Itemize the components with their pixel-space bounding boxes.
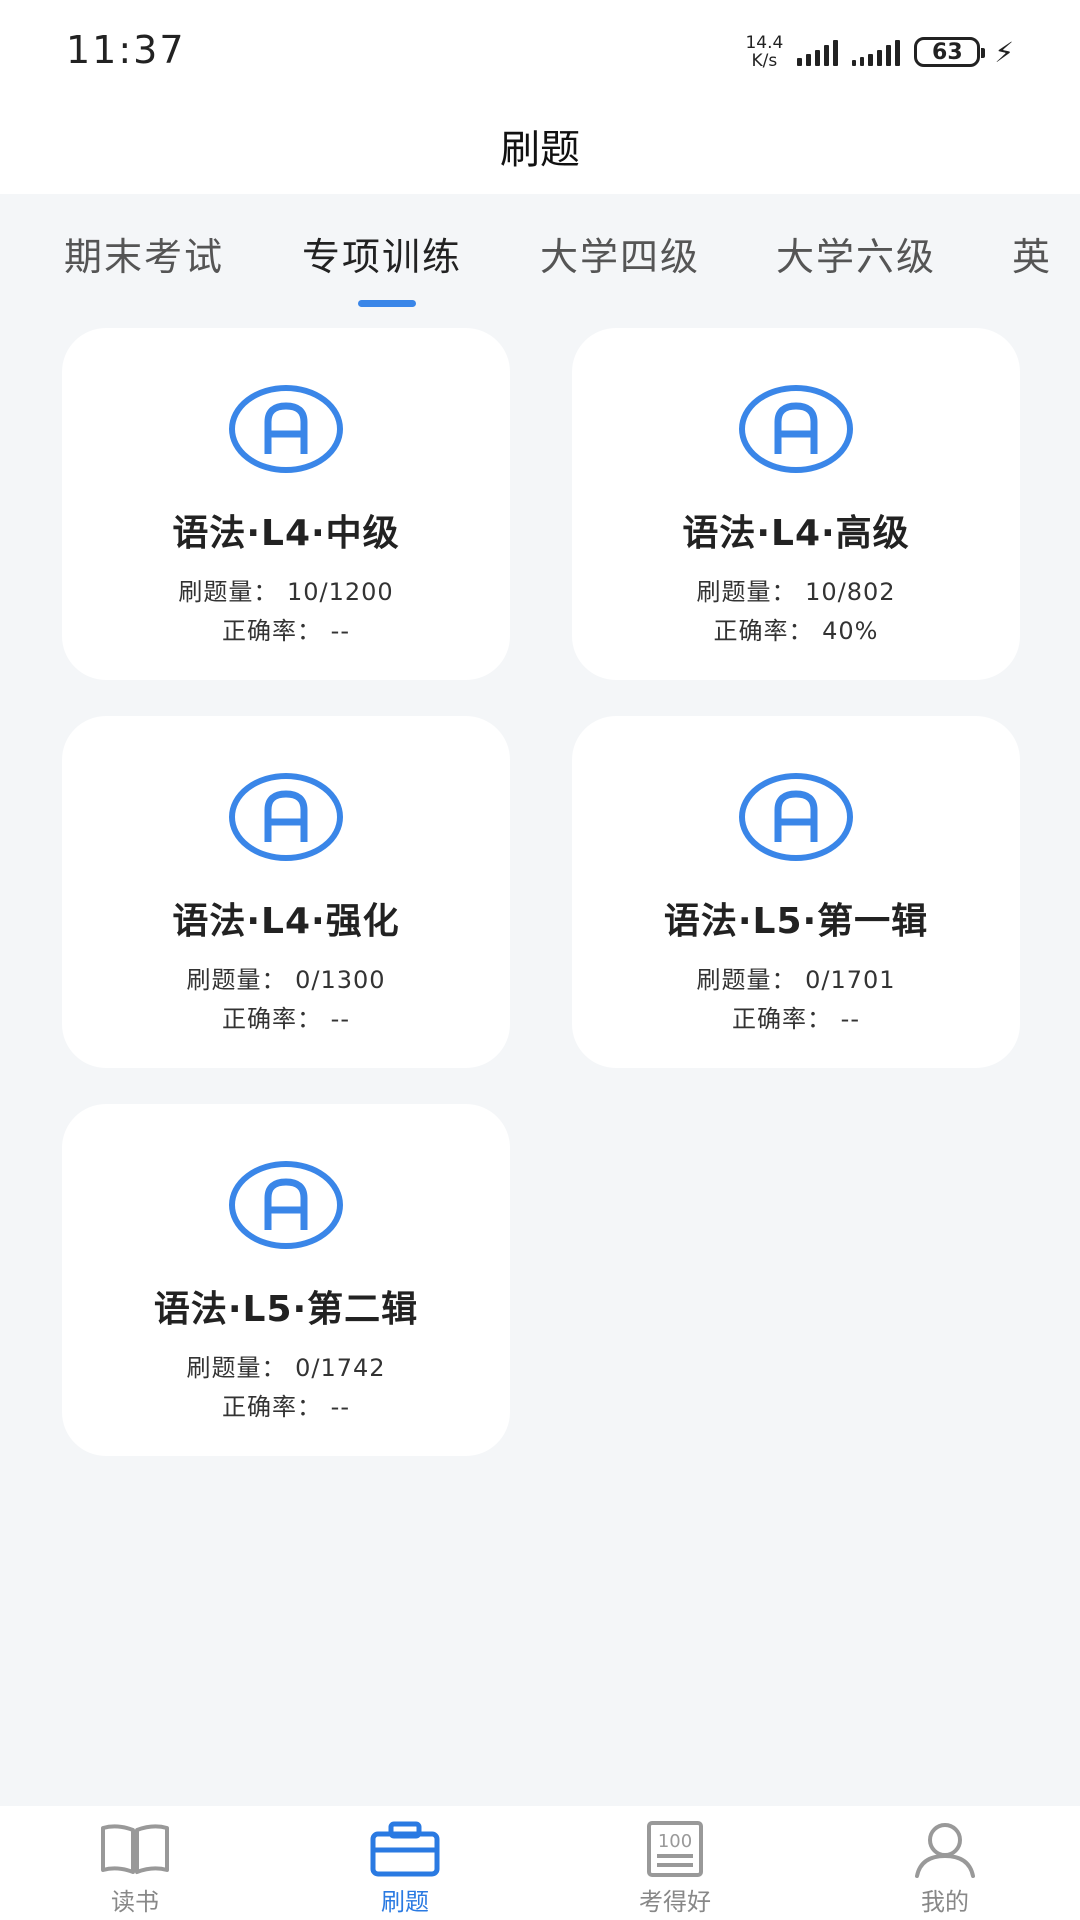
category-tabs: 期末考试 专项训练 大学四级 大学六级 英 xyxy=(0,194,1080,314)
accuracy-rate: 正确率： -- xyxy=(732,1005,860,1033)
practice-card[interactable]: 语法·L5·第一辑 刷题量： 0/1701 正确率： -- xyxy=(572,716,1020,1068)
signal-icon xyxy=(797,38,839,66)
nav-label: 刷题 xyxy=(381,1888,429,1916)
svg-text:100: 100 xyxy=(658,1831,692,1852)
nav-label: 考得好 xyxy=(639,1888,711,1916)
page-header: 刷题 xyxy=(0,98,1080,194)
charging-icon: ⚡ xyxy=(994,35,1014,69)
letter-a-icon xyxy=(229,1161,343,1249)
battery-level: 63 xyxy=(932,39,963,65)
status-bar: 11:37 14.4 K/s 63 ⚡ xyxy=(0,0,1080,98)
accuracy-rate: 正确率： -- xyxy=(222,1005,350,1033)
page: 11:37 14.4 K/s 63 ⚡ 刷题 期末考试 专项训练 大学四级 大学… xyxy=(0,0,1080,1920)
question-count: 刷题量： 10/1200 xyxy=(178,578,394,606)
toolbox-icon xyxy=(370,1821,440,1877)
nav-practice[interactable]: 刷题 xyxy=(270,1806,540,1920)
score-100-icon: 100 xyxy=(647,1821,703,1877)
question-count: 刷题量： 10/802 xyxy=(696,578,896,606)
tab-cet6[interactable]: 大学六级 xyxy=(776,226,936,281)
tab-special-training[interactable]: 专项训练 xyxy=(302,226,462,281)
practice-card[interactable]: 语法·L5·第二辑 刷题量： 0/1742 正确率： -- xyxy=(62,1104,510,1456)
letter-a-icon xyxy=(229,385,343,473)
tab-cet4[interactable]: 大学四级 xyxy=(540,226,700,281)
letter-a-icon xyxy=(229,773,343,861)
practice-card[interactable]: 语法·L4·强化 刷题量： 0/1300 正确率： -- xyxy=(62,716,510,1068)
nav-label: 我的 xyxy=(921,1888,969,1916)
nav-reading[interactable]: 读书 xyxy=(0,1806,270,1920)
tab-final-exam[interactable]: 期末考试 xyxy=(64,226,224,281)
question-count: 刷题量： 0/1742 xyxy=(186,1354,386,1382)
card-title: 语法·L5·第二辑 xyxy=(153,1289,419,1330)
accuracy-rate: 正确率： -- xyxy=(222,617,350,645)
accuracy-rate: 正确率： -- xyxy=(222,1393,350,1421)
battery-icon: 63 xyxy=(914,37,986,67)
practice-card[interactable]: 语法·L4·中级 刷题量： 10/1200 正确率： -- xyxy=(62,328,510,680)
status-time: 11:37 xyxy=(66,28,186,72)
question-count: 刷题量： 0/1701 xyxy=(696,966,896,994)
page-title: 刷题 xyxy=(500,127,580,173)
card-title: 语法·L4·中级 xyxy=(172,513,400,554)
letter-a-icon xyxy=(739,385,853,473)
nav-exam[interactable]: 100 考得好 xyxy=(540,1806,810,1920)
open-book-icon xyxy=(101,1824,169,1874)
practice-card[interactable]: 语法·L4·高级 刷题量： 10/802 正确率： 40% xyxy=(572,328,1020,680)
card-title: 语法·L4·强化 xyxy=(172,901,400,942)
nav-profile[interactable]: 我的 xyxy=(810,1806,1080,1920)
card-title: 语法·L4·高级 xyxy=(682,513,910,554)
network-speed-value: 14.4 xyxy=(745,33,784,53)
network-speed-unit: K/s xyxy=(751,51,778,71)
nav-label: 读书 xyxy=(111,1888,159,1916)
card-title: 语法·L5·第一辑 xyxy=(663,901,929,942)
tab-english[interactable]: 英 xyxy=(1012,226,1052,281)
bottom-nav: 读书 刷题 100 考得好 我的 xyxy=(0,1806,1080,1920)
signal-icon-2 xyxy=(852,38,901,66)
user-icon xyxy=(915,1823,975,1878)
question-count: 刷题量： 0/1300 xyxy=(186,966,386,994)
network-speed: 14.4 K/s xyxy=(745,34,783,70)
letter-a-icon xyxy=(739,773,853,861)
active-tab-indicator xyxy=(358,300,416,307)
accuracy-rate: 正确率： 40% xyxy=(713,617,879,645)
status-icons: 14.4 K/s 63 ⚡ xyxy=(745,32,1014,72)
